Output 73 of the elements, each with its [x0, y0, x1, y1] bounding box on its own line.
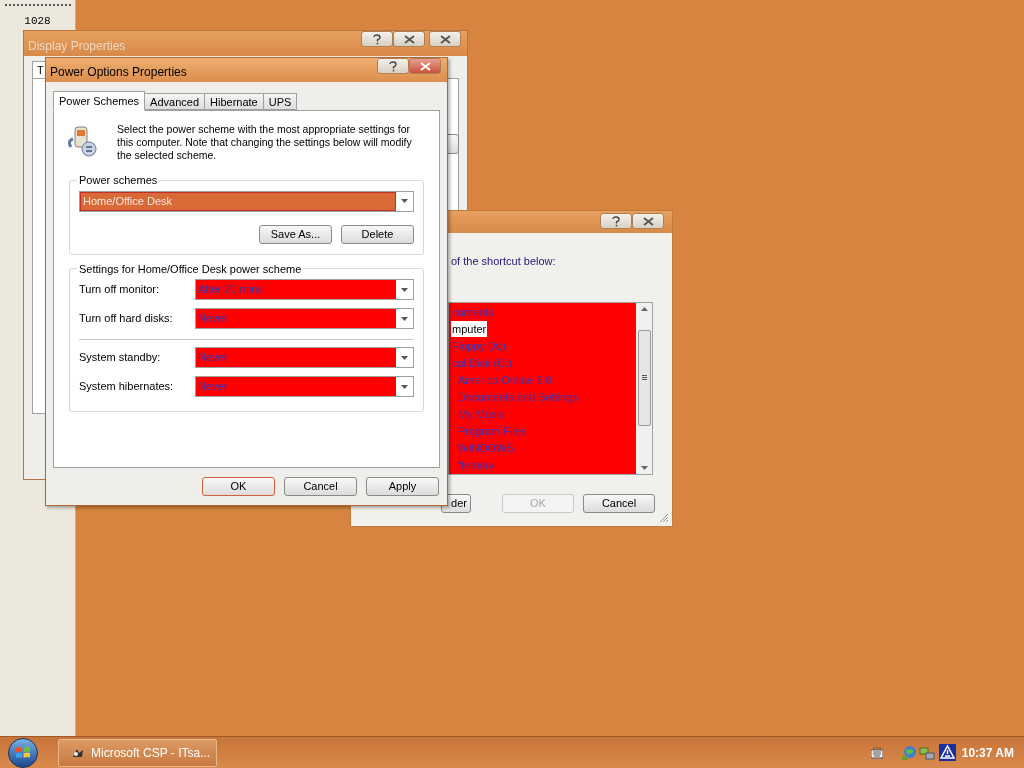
instruction-text: of the shortcut below: — [451, 254, 556, 267]
dropdown-value: Never — [196, 309, 396, 328]
help-icon — [389, 60, 397, 72]
close-icon — [419, 61, 431, 71]
dropdown-value: Never — [196, 377, 396, 396]
help-icon — [612, 215, 620, 227]
folder-tree-item[interactable]: mputer — [451, 320, 488, 338]
close-button[interactable] — [429, 31, 461, 47]
help-icon — [373, 33, 381, 45]
dropdown[interactable]: Never — [195, 376, 414, 397]
folder-tree-item[interactable]: ftemsrv — [457, 456, 496, 474]
dropdown-arrow-icon — [401, 384, 408, 389]
close-button[interactable] — [409, 58, 441, 74]
tab[interactable]: UPS — [263, 93, 298, 110]
dialog-button[interactable]: Cancel — [583, 494, 655, 513]
setting-label: System standby: — [79, 350, 162, 366]
folder-tree-item[interactable]: Floppy (A:) — [451, 337, 507, 355]
window-title: Display Properties — [28, 38, 126, 55]
folder-tree-item[interactable]: My Music — [457, 405, 506, 423]
grip-icon — [641, 375, 647, 381]
network-globe-icon — [900, 744, 917, 761]
dropdown-arrow-icon — [401, 316, 408, 321]
dropdown-arrow-icon — [401, 355, 408, 360]
dropdown-arrow-icon — [401, 287, 408, 292]
panel-number: 1028 — [24, 14, 51, 29]
dialog-button[interactable]: Save As... — [259, 224, 332, 244]
folder-tree-item[interactable]: America Online 6.0 — [457, 371, 553, 389]
tab[interactable]: Power Schemes — [53, 91, 146, 111]
folder-tree[interactable]: cuments mputer Floppy (A:) cal Disk (C:) America Online 6.0 Documents and Settings My Music Program Files WINDOWS ftemsrv — [449, 302, 636, 474]
tab[interactable]: Hibernate — [205, 93, 264, 110]
scrollbar[interactable] — [636, 302, 652, 474]
window-title: Power Options Properties — [50, 64, 187, 81]
taskbar-button[interactable]: Microsoft CSP - ITsa... — [58, 738, 217, 767]
dropdown-value: Never — [196, 348, 396, 367]
folder-tree-item[interactable]: WINDOWS — [457, 439, 515, 457]
close-button[interactable] — [632, 213, 664, 229]
dropdown-value: After 20 mins — [196, 280, 396, 299]
scroll-down-icon — [640, 466, 648, 470]
group-label: Settings for Home/Office Desk power scheme — [78, 261, 303, 277]
close-icon — [642, 216, 654, 226]
dialog-button[interactable]: OK — [202, 477, 275, 496]
folder-tree-item[interactable]: cal Disk (C:) — [451, 354, 513, 372]
dropdown-arrow-icon — [401, 199, 408, 203]
description-text: Select the power scheme with the most appropriate settings for this computer. Note that changing the settings below will modify the selected scheme. — [117, 123, 413, 162]
close-icon — [403, 34, 415, 44]
start-button[interactable] — [8, 737, 38, 768]
tab[interactable]: Advanced — [145, 93, 206, 110]
network-computers-icon — [918, 744, 935, 761]
alert-triangle-icon — [938, 744, 956, 761]
clock[interactable]: 10:37 AM — [961, 743, 1014, 762]
dropdown[interactable]: After 20 mins — [195, 279, 414, 300]
windows-logo-icon — [15, 745, 31, 760]
dropdown[interactable]: Never — [195, 308, 414, 329]
setting-label: Turn off hard disks: — [79, 311, 174, 327]
resize-grip-icon — [659, 513, 669, 523]
help-button[interactable] — [377, 58, 409, 74]
dialog-button[interactable]: Delete — [341, 224, 414, 244]
dropdown[interactable]: Never — [195, 347, 414, 368]
close-button[interactable] — [393, 31, 425, 47]
dialog-button[interactable]: Cancel — [284, 477, 357, 496]
help-button[interactable] — [600, 213, 632, 229]
scroll-thumb[interactable] — [637, 329, 651, 426]
group-label: Power schemes — [78, 173, 159, 188]
setting-label: Turn off monitor: — [79, 282, 161, 298]
folder-tree-item[interactable]: Program Files — [457, 422, 528, 440]
folder-tree-item[interactable]: cuments — [451, 303, 495, 321]
dialog-button[interactable]: Apply — [366, 477, 439, 496]
setting-label: System hibernates: — [79, 379, 175, 395]
help-button[interactable] — [361, 31, 393, 47]
close-icon — [439, 34, 451, 44]
scroll-up-icon — [640, 306, 648, 311]
keyboard-icon — [870, 746, 883, 759]
folder-tree-item[interactable]: Documents and Settings — [457, 388, 579, 406]
